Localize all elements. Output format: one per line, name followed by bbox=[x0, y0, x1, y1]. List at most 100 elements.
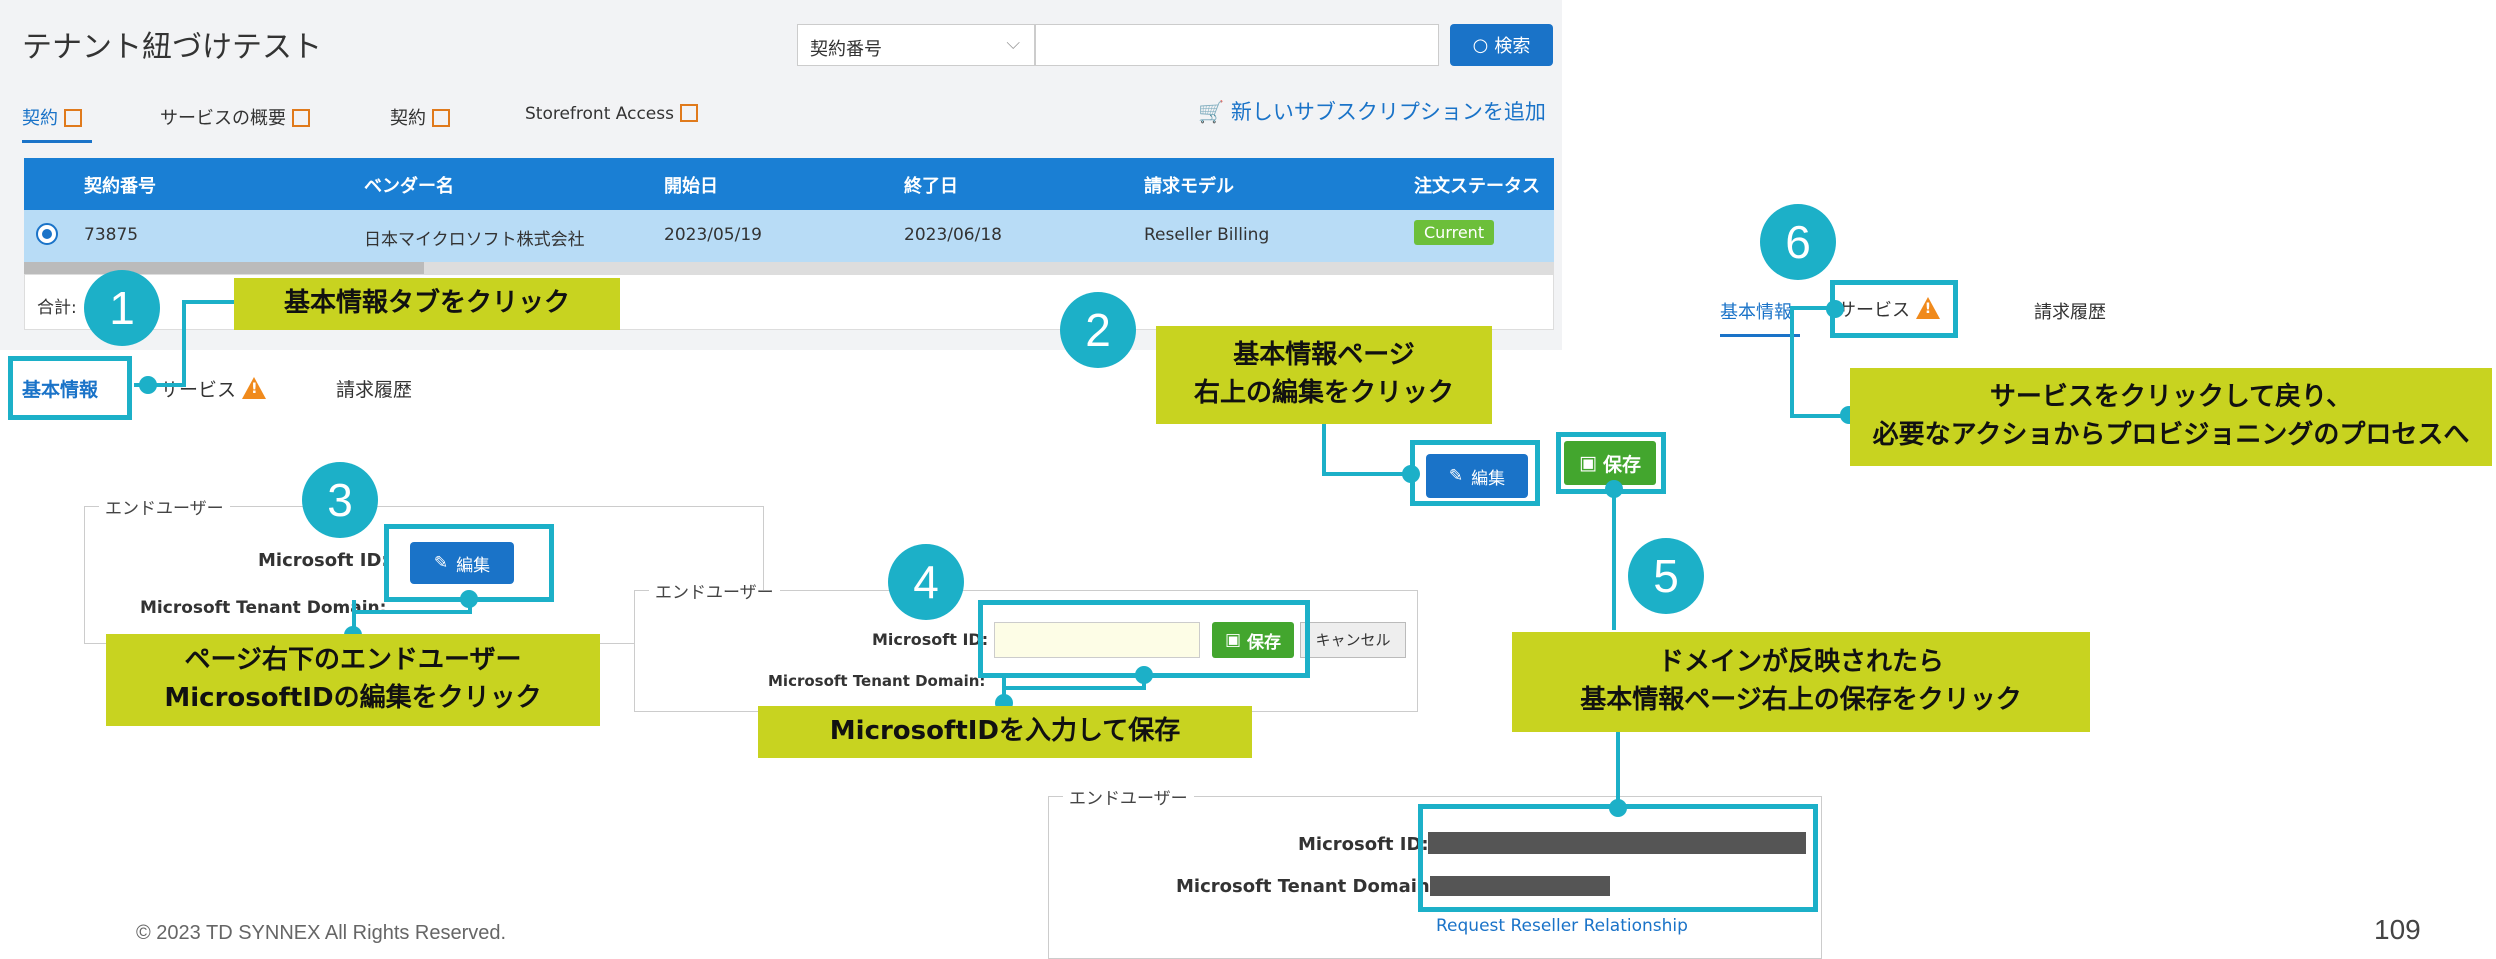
chevron-down-icon: ⌵ bbox=[1006, 33, 1020, 54]
callout-5: ドメインが反映されたら基本情報ページ右上の保存をクリック bbox=[1512, 632, 2090, 732]
tab-billing-history[interactable]: 請求履歴 bbox=[336, 375, 412, 402]
step-number-1: 1 bbox=[84, 270, 160, 346]
table-header: 契約番号 ベンダー名 開始日 終了日 請求モデル 注文ステータス bbox=[24, 158, 1554, 210]
col-header[interactable]: ベンダー名 bbox=[364, 172, 454, 198]
table-row[interactable]: 73875 日本マイクロソフト株式会社 2023/05/19 2023/06/1… bbox=[24, 210, 1554, 262]
total-label: 合計: bbox=[37, 298, 77, 318]
callout-text: 必要なアクショからプロビジョニングのプロセスへ bbox=[1872, 420, 2470, 450]
tab-service-overview[interactable]: サービスの概要 bbox=[160, 104, 310, 130]
search-input[interactable] bbox=[1035, 24, 1439, 66]
col-header[interactable]: 開始日 bbox=[664, 172, 718, 198]
callout-text: ドメインが反映されたら bbox=[1657, 647, 1944, 678]
warning-icon bbox=[242, 377, 267, 399]
cancel-button[interactable]: キャンセル bbox=[1300, 622, 1406, 658]
enduser-legend: エンドユーザー bbox=[105, 499, 224, 519]
search-button[interactable]: ○ 検索 bbox=[1450, 24, 1553, 66]
row-radio[interactable] bbox=[36, 223, 58, 245]
tab-label: 契約 bbox=[390, 108, 426, 129]
step-number-4: 4 bbox=[888, 544, 964, 620]
cell: 2023/05/19 bbox=[664, 225, 762, 245]
connector-dot bbox=[1605, 480, 1623, 498]
ms-id-label: Microsoft ID: bbox=[1298, 834, 1429, 855]
col-header[interactable]: 注文ステータス bbox=[1414, 172, 1540, 198]
external-icon bbox=[679, 104, 698, 122]
cell: 日本マイクロソフト株式会社 bbox=[364, 230, 585, 250]
step-number-2: 2 bbox=[1060, 292, 1136, 368]
highlight-edit bbox=[1410, 440, 1540, 506]
step-number-3: 3 bbox=[302, 462, 378, 538]
connector-3b bbox=[352, 610, 472, 614]
connector-dot bbox=[1826, 300, 1844, 318]
tab-basic-underline bbox=[1720, 334, 1800, 337]
add-subscription-label: 新しいサブスクリプションを追加 bbox=[1230, 100, 1546, 124]
callout-text: MicrosoftIDの編集をクリック bbox=[164, 683, 542, 713]
cell: 73875 bbox=[84, 225, 139, 245]
callout-text: 基本情報タブをクリック bbox=[283, 288, 570, 319]
callout-text: MicrosoftIDを入力して保存 bbox=[829, 716, 1181, 747]
callout-text: 基本情報ページ右上の保存をクリック bbox=[1580, 685, 2022, 715]
connector-1c bbox=[182, 300, 238, 304]
external-icon bbox=[292, 109, 310, 127]
tab-storefront[interactable]: Storefront Access bbox=[525, 104, 698, 124]
page-number: 109 bbox=[2374, 914, 2421, 945]
status-badge: Current bbox=[1414, 220, 1495, 245]
step-number-6: 6 bbox=[1760, 204, 1836, 280]
cart-icon: 🛒 bbox=[1198, 100, 1225, 124]
connector-5b bbox=[1616, 730, 1620, 806]
tab-active-underline bbox=[22, 140, 92, 143]
col-header[interactable]: 終了日 bbox=[904, 172, 958, 198]
enduser-legend: エンドユーザー bbox=[655, 583, 774, 603]
ms-id-label: Microsoft ID: bbox=[872, 630, 989, 649]
search-select[interactable]: 契約番号 ⌵ bbox=[797, 24, 1035, 66]
tab-label: 契約 bbox=[22, 108, 58, 129]
search-select-value: 契約番号 bbox=[810, 39, 882, 60]
col-header[interactable]: 請求モデル bbox=[1144, 172, 1234, 198]
connector-dot bbox=[1402, 465, 1420, 483]
table-scrollbar[interactable] bbox=[24, 262, 1554, 274]
tab-label: Storefront Access bbox=[525, 104, 674, 124]
connector-1b bbox=[182, 300, 186, 387]
connector-dot bbox=[460, 590, 478, 608]
connector-4b bbox=[1002, 686, 1144, 690]
connector-dot bbox=[1135, 666, 1153, 684]
add-subscription-link[interactable]: 🛒 新しいサブスクリプションを追加 bbox=[1198, 96, 1546, 126]
connector-2a bbox=[1322, 424, 1326, 474]
enduser-legend: エンドユーザー bbox=[1069, 789, 1188, 809]
tab-billing-history[interactable]: 請求履歴 bbox=[2034, 298, 2106, 324]
external-icon bbox=[64, 109, 82, 127]
callout-4: MicrosoftIDを入力して保存 bbox=[758, 706, 1252, 758]
callout-text: ページ右下のエンドユーザー bbox=[184, 645, 522, 676]
tenant-domain-label: Microsoft Tenant Domain: bbox=[140, 598, 387, 618]
step-number-5: 5 bbox=[1628, 538, 1704, 614]
connector-dot bbox=[1609, 799, 1627, 817]
callout-text: 基本情報ページ bbox=[1233, 340, 1415, 371]
tab-service[interactable]: サービス bbox=[160, 375, 267, 402]
cell: 2023/06/18 bbox=[904, 225, 1002, 245]
ms-id-label: Microsoft ID: bbox=[258, 550, 389, 571]
callout-6: サービスをクリックして戻り、必要なアクショからプロビジョニングのプロセスへ bbox=[1850, 368, 2492, 466]
cell: Reseller Billing bbox=[1144, 225, 1270, 245]
callout-1: 基本情報タブをクリック bbox=[234, 278, 620, 330]
highlight-service-tab bbox=[1830, 280, 1958, 338]
copyright: © 2023 TD SYNNEX All Rights Reserved. bbox=[136, 922, 507, 944]
callout-text: サービスをクリックして戻り、 bbox=[1989, 382, 2353, 413]
cancel-label: キャンセル bbox=[1315, 631, 1391, 649]
connector-5a bbox=[1612, 490, 1616, 630]
callout-3: ページ右下のエンドユーザー MicrosoftIDの編集をクリック bbox=[106, 634, 600, 726]
connector-dot bbox=[139, 376, 157, 394]
tab-contract[interactable]: 契約 bbox=[22, 104, 82, 130]
external-icon bbox=[432, 109, 450, 127]
search-icon: ○ bbox=[1472, 34, 1489, 56]
tab-basic-info[interactable]: 基本情報 bbox=[1720, 298, 1792, 324]
search-button-label: 検索 bbox=[1494, 36, 1531, 57]
col-header[interactable]: 契約番号 bbox=[84, 172, 156, 198]
tab-contract-2[interactable]: 契約 bbox=[390, 104, 450, 130]
callout-text: 右上の編集をクリック bbox=[1193, 378, 1454, 408]
tab-label: サービスの概要 bbox=[160, 108, 286, 129]
request-reseller-link[interactable]: Request Reseller Relationship bbox=[1436, 916, 1688, 936]
connector-6b bbox=[1790, 306, 1794, 416]
tenant-domain-label: Microsoft Tenant Domain: bbox=[768, 672, 986, 690]
tenant-domain-label: Microsoft Tenant Domain: bbox=[1176, 876, 1437, 897]
highlight-domain-result bbox=[1418, 804, 1818, 912]
highlight-basic-tab bbox=[8, 356, 132, 420]
